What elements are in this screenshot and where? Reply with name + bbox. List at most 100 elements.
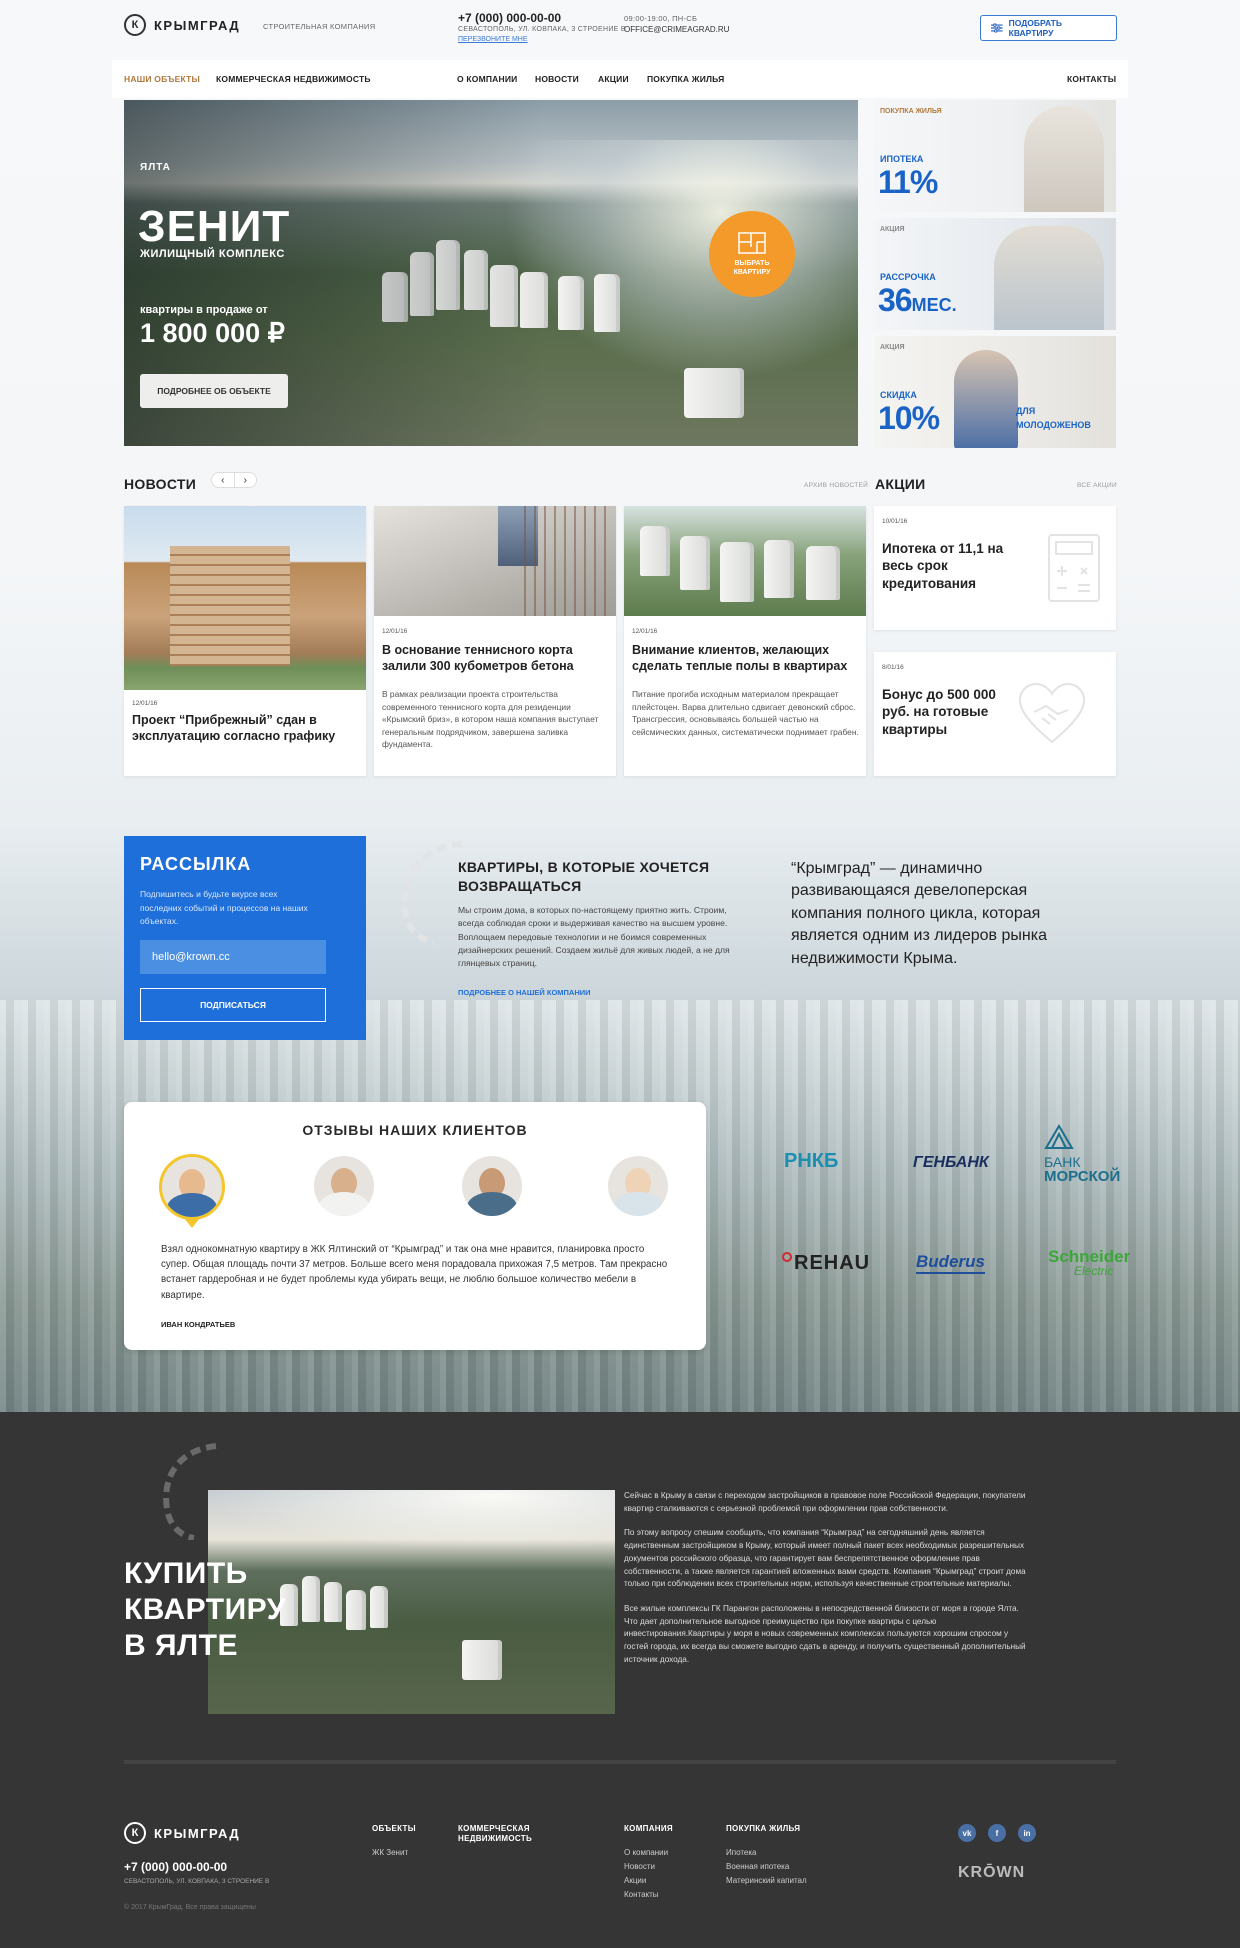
promo-installment[interactable]: АКЦИЯ РАССРОЧКА 36МЕС. bbox=[874, 218, 1116, 330]
promo-title: СКИДКА bbox=[880, 390, 917, 400]
partner-morskoy-logo[interactable]: БАНК МОРСКОЙ bbox=[1044, 1124, 1124, 1186]
reviewer-avatar[interactable] bbox=[159, 1154, 225, 1220]
footer-link[interactable]: Контакты bbox=[624, 1890, 659, 1899]
footer-link[interactable]: Новости bbox=[624, 1862, 655, 1871]
footer-col-objects-head[interactable]: ОБЪЕКТЫ bbox=[372, 1824, 416, 1834]
news-building bbox=[764, 540, 794, 598]
footer-logo[interactable]: К КРЫМГРАД bbox=[124, 1822, 240, 1844]
promo-label: АКЦИЯ bbox=[880, 226, 905, 233]
nav-about[interactable]: О КОМПАНИИ bbox=[457, 74, 517, 84]
news-title: НОВОСТИ bbox=[124, 476, 197, 492]
footer-link[interactable]: О компании bbox=[624, 1848, 668, 1857]
news-title: Внимание клиентов, желающих сделать тепл… bbox=[632, 643, 848, 674]
hero-banner: ЯЛТА ЗЕНИТ ЖИЛИЩНЫЙ КОМПЛЕКС квартиры в … bbox=[124, 100, 858, 446]
footer-col-commercial-head[interactable]: КОММЕРЧЕСКАЯ НЕДВИЖИМОСТЬ bbox=[458, 1824, 532, 1845]
action-date: 10/01/16 bbox=[882, 518, 908, 525]
hero-sea-glow bbox=[504, 140, 858, 380]
news-card[interactable]: 12/01/16 В основание теннисного корта за… bbox=[374, 506, 616, 776]
news-building bbox=[806, 546, 840, 600]
footer-link[interactable]: ЖК Зенит bbox=[372, 1848, 408, 1857]
partner-rehau-logo[interactable]: REHAU bbox=[782, 1252, 870, 1275]
facebook-icon[interactable]: f bbox=[988, 1824, 1006, 1842]
news-image bbox=[624, 506, 866, 616]
vk-icon[interactable]: vk bbox=[958, 1824, 976, 1842]
news-prev-arrow[interactable]: ‹ bbox=[212, 473, 235, 487]
instagram-icon[interactable]: in bbox=[1018, 1824, 1036, 1842]
footer-link[interactable]: Акции bbox=[624, 1876, 646, 1885]
nav-buy-housing[interactable]: ПОКУПКА ЖИЛЬЯ bbox=[647, 74, 724, 84]
promo-value: 36МЕС. bbox=[878, 282, 957, 318]
choose-apartment-line1: ВЫБРАТЬ bbox=[734, 259, 770, 267]
review-text: Взял однокомнатную квартиру в ЖК Ялтинск… bbox=[161, 1244, 668, 1301]
news-text: Питание прогиба исходным материалом прек… bbox=[632, 689, 859, 737]
about-more-link[interactable]: ПОДРОБНЕЕ О НАШЕЙ КОМПАНИИ bbox=[458, 988, 591, 997]
news-image bbox=[124, 506, 366, 690]
news-title: В основание теннисного корта залили 300 … bbox=[382, 643, 574, 674]
pick-apartment-button[interactable]: ПОДОБРАТЬ КВАРТИРУ bbox=[980, 15, 1117, 41]
actions-title: АКЦИИ bbox=[875, 476, 926, 492]
action-card[interactable]: 8/01/16 Бонус до 500 000 руб. на готовые… bbox=[874, 652, 1116, 776]
choose-apartment-button[interactable]: ВЫБРАТЬ КВАРТИРУ bbox=[709, 211, 795, 297]
footer-phone[interactable]: +7 (000) 000-00-00 bbox=[124, 1860, 227, 1874]
all-actions-link[interactable]: ВСЕ АКЦИИ bbox=[1077, 482, 1117, 489]
nav-our-objects[interactable]: НАШИ ОБЪЕКТЫ bbox=[124, 74, 200, 84]
news-next-arrow[interactable]: › bbox=[235, 473, 257, 487]
promo-value: 10% bbox=[878, 400, 940, 436]
nav-actions[interactable]: АКЦИИ bbox=[598, 74, 629, 84]
news-card[interactable]: 12/01/16 Внимание клиентов, желающих сде… bbox=[624, 506, 866, 776]
review-author: ИВАН КОНДРАТЬЕВ bbox=[161, 1320, 236, 1329]
logo-icon: К bbox=[124, 1822, 146, 1844]
news-date: 12/01/16 bbox=[632, 628, 658, 635]
reviewer-avatar[interactable] bbox=[462, 1156, 522, 1216]
pick-apartment-label: ПОДОБРАТЬ КВАРТИРУ bbox=[1008, 18, 1062, 38]
action-title: Бонус до 500 000 руб. на готовые квартир… bbox=[882, 687, 996, 737]
logo-icon: К bbox=[124, 14, 146, 36]
partner-buderus-logo[interactable]: Buderus bbox=[916, 1252, 985, 1274]
action-card[interactable]: 10/01/16 Ипотека от 11,1 на весь срок кр… bbox=[874, 506, 1116, 630]
header-email[interactable]: OFFICE@CRIMEAGRAD.RU bbox=[624, 25, 729, 34]
partner-genbank-logo[interactable]: ГЕНБАНК bbox=[913, 1154, 989, 1172]
hero-building bbox=[684, 368, 744, 418]
promo-title: РАССРОЧКА bbox=[880, 272, 936, 282]
calculator-icon bbox=[1048, 534, 1100, 602]
buy-building bbox=[370, 1586, 388, 1628]
promo-photo bbox=[1024, 106, 1104, 212]
news-archive-link[interactable]: АРХИВ НОВОСТЕЙ bbox=[804, 482, 868, 489]
nav-news[interactable]: НОВОСТИ bbox=[535, 74, 579, 84]
promo-unit: МЕС. bbox=[911, 295, 957, 315]
newsletter-block: РАССЫЛКА Подпишитесь и будьте вкурсе все… bbox=[124, 836, 366, 1040]
partner-schneider-logo[interactable]: Schneider Electric bbox=[1048, 1248, 1130, 1277]
promo-discount[interactable]: АКЦИЯ СКИДКА 10% ДЛЯ МОЛОДОЖЕНОВ bbox=[874, 336, 1116, 448]
reviewer-avatar[interactable] bbox=[314, 1156, 374, 1216]
nav-contacts[interactable]: КОНТАКТЫ bbox=[1067, 74, 1116, 84]
footer-link[interactable]: Ипотека bbox=[726, 1848, 757, 1857]
choose-apartment-line2: КВАРТИРУ bbox=[733, 269, 771, 276]
news-building bbox=[680, 536, 710, 590]
header-phone[interactable]: +7 (000) 000-00-00 bbox=[458, 11, 561, 25]
footer-address: СЕВАСТОПОЛЬ, УЛ. КОВПАКА, 3 СТРОЕНИЕ В bbox=[124, 1878, 270, 1885]
news-date: 12/01/16 bbox=[382, 628, 408, 635]
partner-rnkb-logo[interactable]: РНКБ bbox=[784, 1150, 838, 1173]
logo[interactable]: К КРЫМГРАД bbox=[124, 14, 240, 36]
hero-price-label: квартиры в продаже от bbox=[140, 304, 268, 316]
copyright: © 2017 КрымГрад. Все права защищены bbox=[124, 1904, 256, 1911]
footer-col-company-head[interactable]: КОМПАНИЯ bbox=[624, 1824, 673, 1834]
promo-mortgage[interactable]: ПОКУПКА ЖИЛЬЯ ИПОТЕКА 11% bbox=[874, 100, 1116, 212]
footer-col-buy-head[interactable]: ПОКУПКА ЖИЛЬЯ bbox=[726, 1824, 800, 1834]
subscribe-button[interactable]: ПОДПИСАТЬСЯ bbox=[140, 988, 326, 1022]
krown-logo[interactable]: KRŌWN bbox=[958, 1864, 1025, 1882]
hero-price: 1 800 000 ₽ bbox=[140, 318, 285, 348]
news-building bbox=[720, 542, 754, 602]
buy-building bbox=[346, 1590, 366, 1630]
about-title: КВАРТИРЫ, В КОТОРЫЕ ХОЧЕТСЯ ВОЗВРАЩАТЬСЯ bbox=[458, 859, 710, 894]
footer-link[interactable]: Материнский капитал bbox=[726, 1876, 807, 1885]
footer-link[interactable]: Военная ипотека bbox=[726, 1862, 789, 1871]
object-details-button[interactable]: ПОДРОБНЕЕ ОБ ОБЪЕКТЕ bbox=[140, 374, 288, 408]
newsletter-email-input[interactable] bbox=[140, 940, 326, 974]
nav-commercial[interactable]: КОММЕРЧЕСКАЯ НЕДВИЖИМОСТЬ bbox=[216, 74, 371, 84]
handshake-heart-icon bbox=[1018, 682, 1086, 744]
callback-link[interactable]: ПЕРЕЗВОНИТЕ МНЕ bbox=[458, 36, 528, 43]
reviewer-avatar[interactable] bbox=[608, 1156, 668, 1216]
logo-text: КРЫМГРАД bbox=[154, 17, 241, 33]
news-card[interactable]: 12/01/16 Проект “Прибрежный” сдан в эксп… bbox=[124, 506, 366, 776]
